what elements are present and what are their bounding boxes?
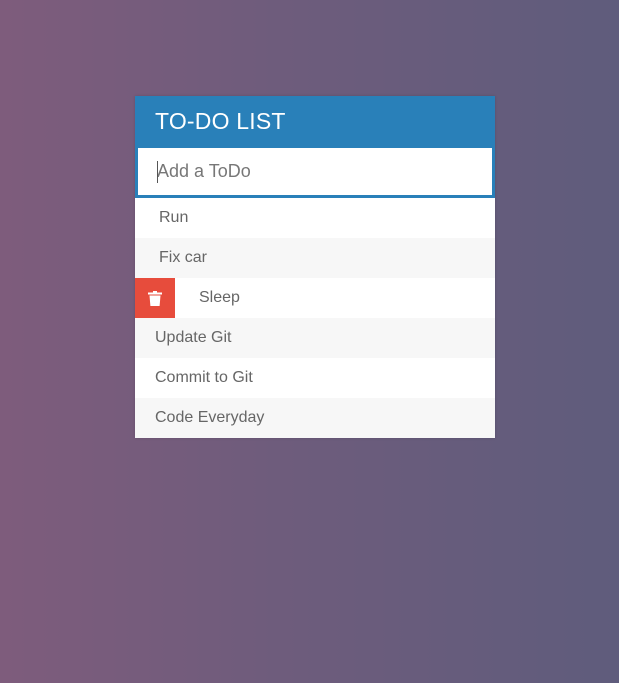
todo-item-run[interactable]: Run (135, 198, 495, 238)
add-todo-field[interactable] (135, 146, 495, 198)
todo-item-label: Commit to Git (155, 369, 253, 386)
todo-item-fix-car[interactable]: Fix car (135, 238, 495, 278)
trash-icon (148, 290, 162, 306)
todo-item-sleep[interactable]: Sleep (135, 278, 495, 318)
todo-item-commit-to-git[interactable]: Commit to Git (135, 358, 495, 398)
todo-item-update-git[interactable]: Update Git (135, 318, 495, 358)
todo-item-label: Sleep (199, 289, 240, 306)
todo-list-title: TO-DO LIST (135, 96, 495, 146)
todo-item-label: Run (159, 209, 189, 226)
add-todo-input[interactable] (138, 148, 492, 195)
text-cursor (157, 161, 158, 183)
delete-button[interactable] (135, 278, 175, 318)
todo-item-label: Code Everyday (155, 409, 265, 426)
todo-item-code-everyday[interactable]: Code Everyday (135, 398, 495, 438)
todo-item-label: Fix car (159, 249, 207, 266)
todo-item-label: Update Git (155, 329, 232, 346)
todo-list: Run Fix car Sleep Update Git Commit to G… (135, 198, 495, 438)
todo-card: TO-DO LIST Run Fix car Sleep Update Git (135, 96, 495, 438)
